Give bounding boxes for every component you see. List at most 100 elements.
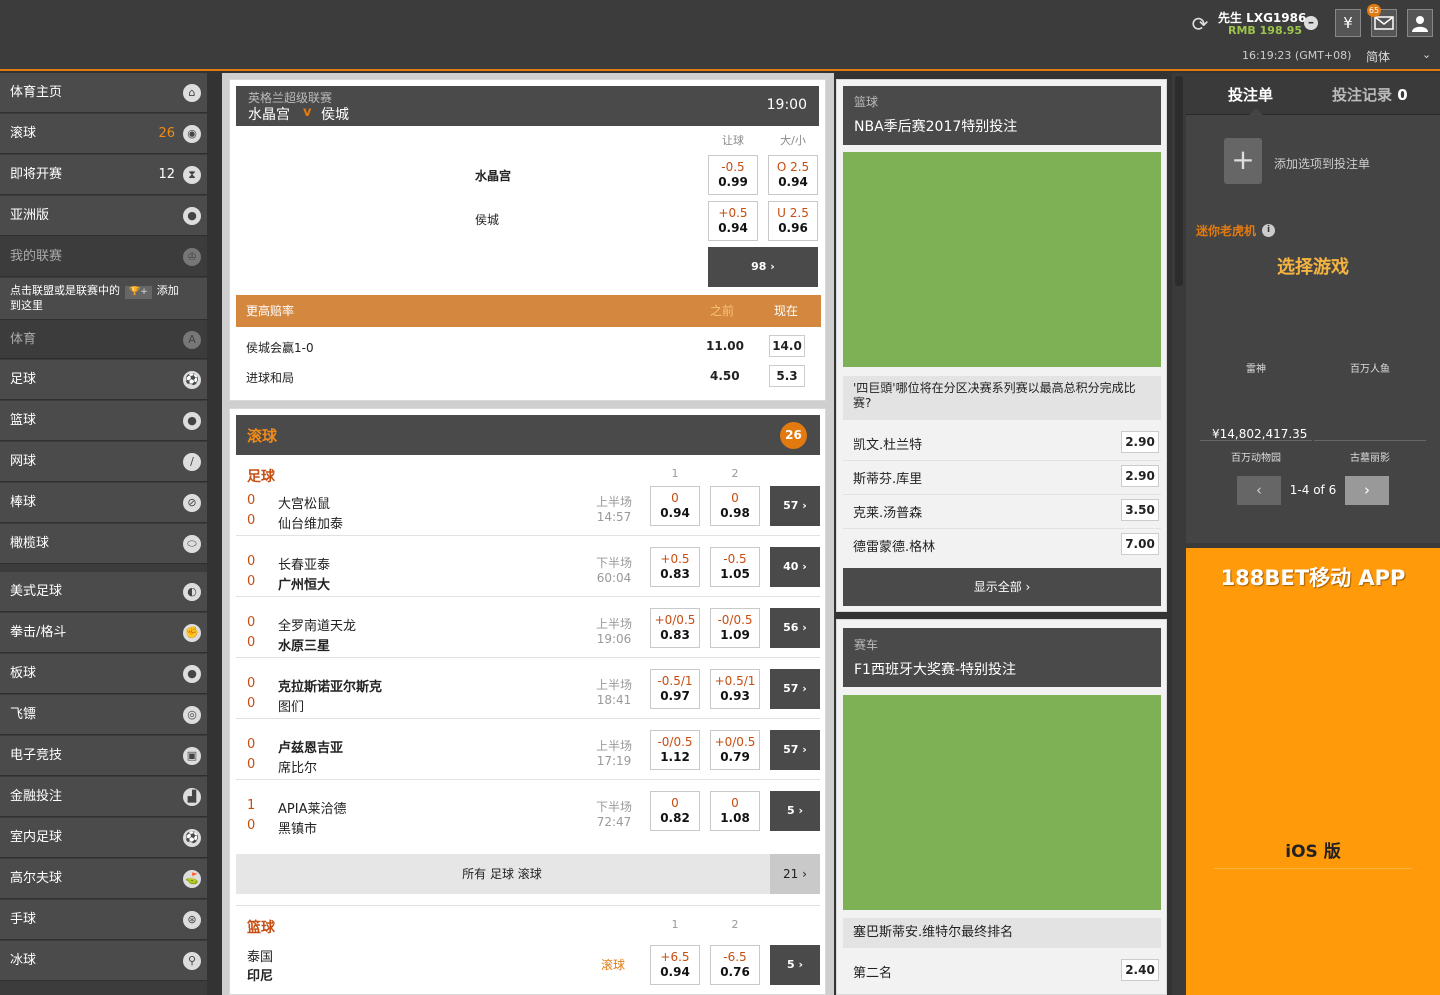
sidebar-item-rugby[interactable]: 橄榄球 ⬭ [0, 524, 207, 564]
bb-status: 滚球 [601, 958, 626, 972]
show-all-button[interactable]: 显示全部 › [843, 568, 1161, 606]
odds-button[interactable]: -0.5 0.99 [708, 155, 758, 195]
sidebar-item-baseball[interactable]: 棒球 ⊘ [0, 483, 207, 523]
sidebar-item-esports[interactable]: 电子竞技 ▣ [0, 736, 207, 776]
team-away: 广州恒大 [278, 578, 331, 593]
mail-count-badge: 65 [1367, 4, 1381, 17]
nba-option-name: 凯文.杜兰特 [853, 438, 923, 453]
sidebar: 体育主页 ⌂ 滚球 26 ◉ 即将开赛 12 ⧗ 亚洲版 ● 我的联赛 ♔ 点击联盟或是联赛中… [0, 73, 207, 995]
sidebar-item-soccer[interactable]: 足球 ⚽ [0, 360, 207, 400]
sidebar-item-label: 体育 [10, 332, 37, 347]
sidebar-item-asian[interactable]: 亚洲版 ● [0, 196, 207, 236]
odds-button[interactable]: +0/0.5 0.83 [650, 608, 700, 648]
odds-button[interactable]: 0 1.08 [710, 791, 760, 831]
yuan-icon[interactable]: ¥ [1335, 9, 1361, 37]
more-markets-button[interactable]: 5 › [770, 791, 820, 831]
feature-match-panel: 英格兰超级联赛 水晶宫 v 侯城 19:00 让球 大/小 水晶宫 -0.5 0.… [229, 79, 826, 401]
divider [1200, 440, 1312, 441]
sidebar-item-american-football[interactable]: 美式足球 ◐ [0, 572, 207, 612]
odds-button[interactable]: -0/0.5 1.09 [710, 608, 760, 648]
collapse-balance-icon[interactable]: – [1304, 16, 1318, 30]
col-2-header: 2 [731, 918, 739, 931]
pager-next-button[interactable]: › [1345, 476, 1389, 505]
odds-button[interactable]: O 2.5 0.94 [768, 155, 818, 195]
team-home: 卢兹恩吉亚 [278, 741, 344, 756]
sidebar-item-handball[interactable]: 手球 ⊛ [0, 900, 207, 940]
right-scrollbar[interactable] [1175, 76, 1183, 286]
sidebar-item-live[interactable]: 滚球 26 ◉ [0, 114, 207, 154]
betslip-panel: 投注单 投注记录 0 + 添加选项到投注单 迷你老虎机 i 选择游戏 雷神 百万… [1186, 73, 1440, 543]
language-select[interactable]: 简体 [1366, 48, 1390, 65]
sidebar-item-tennis[interactable]: 网球 ∕ [0, 442, 207, 482]
sidebar-item-ice-hockey[interactable]: 冰球 ⚲ [0, 941, 207, 981]
more-markets-button[interactable]: 40 › [770, 547, 820, 587]
handball-icon: ⊛ [183, 911, 201, 929]
tab-bet-history[interactable]: 投注记录 0 [1332, 84, 1408, 105]
nba-option-price[interactable]: 3.50 [1121, 499, 1159, 521]
sidebar-item-darts[interactable]: 飞镖 ◎ [0, 695, 207, 735]
odds-button[interactable]: 0 0.98 [710, 486, 760, 526]
refresh-icon[interactable]: ⟳ [1188, 12, 1212, 36]
boost-now-button[interactable]: 14.0 [769, 335, 805, 357]
sidebar-item-boxing[interactable]: 拳击/格斗 ✊ [0, 613, 207, 653]
kickoff-time: 19:00 [766, 97, 807, 113]
app-promo-banner[interactable]: 188BET移动 APP iOS 版 [1186, 548, 1440, 995]
odds-button[interactable]: -0/0.5 1.12 [650, 730, 700, 770]
row-divider [236, 596, 820, 597]
f1-option-price[interactable]: 2.40 [1121, 959, 1159, 981]
more-markets-button[interactable]: 56 › [770, 608, 820, 648]
odds-button[interactable]: +0.5 0.83 [650, 547, 700, 587]
more-markets-button[interactable]: 57 › [770, 486, 820, 526]
more-markets-button[interactable]: 5 › [770, 945, 820, 985]
nba-option-name: 斯蒂芬.库里 [853, 472, 923, 487]
odds-button[interactable]: +0/0.5 0.79 [710, 730, 760, 770]
match-period: 上半场 [595, 739, 632, 753]
sidebar-item-basketball[interactable]: 篮球 ● [0, 401, 207, 441]
odds-button[interactable]: -0.5/1 0.97 [650, 669, 700, 709]
all-live-label: 所有 足球 滚球 [462, 867, 542, 881]
odds-button[interactable]: U 2.5 0.96 [768, 201, 818, 241]
more-markets-button[interactable]: 98 › [708, 247, 818, 287]
chevron-down-icon[interactable]: ⌄ [1422, 48, 1431, 61]
f1-question: 塞巴斯蒂安.维特尔最终排名 [843, 918, 1161, 948]
app-platform[interactable]: iOS 版 [1186, 837, 1440, 862]
slot-game-name[interactable]: 百万人鱼 [1338, 360, 1402, 375]
match-period: 下半场 [595, 800, 632, 814]
boxing-icon: ✊ [183, 624, 201, 642]
user-icon[interactable] [1407, 9, 1433, 37]
sidebar-item-golf[interactable]: 高尔夫球 ⛳ [0, 859, 207, 899]
score-home: 1 [247, 798, 256, 813]
sidebar-item-home[interactable]: 体育主页 ⌂ [0, 73, 207, 113]
match-clock: 14:57 [596, 510, 632, 524]
sidebar-item-cricket[interactable]: 板球 ● [0, 654, 207, 694]
odds-button[interactable]: +6.5 0.94 [650, 945, 700, 985]
choose-game[interactable]: 选择游戏 [1186, 253, 1440, 279]
tab-betslip[interactable]: 投注单 [1228, 84, 1273, 105]
odds-button[interactable]: -0.5 1.05 [710, 547, 760, 587]
sidebar-item-upcoming[interactable]: 即将开赛 12 ⧗ [0, 155, 207, 195]
nba-option-price[interactable]: 2.90 [1121, 431, 1159, 453]
nba-option-price[interactable]: 2.90 [1121, 465, 1159, 487]
odds-button[interactable]: 0 0.82 [650, 791, 700, 831]
slot-game-name[interactable]: 百万动物园 [1216, 449, 1296, 464]
sidebar-item-finance[interactable]: 金融投注 ▟ [0, 777, 207, 817]
nba-option-price[interactable]: 7.00 [1121, 533, 1159, 555]
feature-match-header[interactable]: 英格兰超级联赛 水晶宫 v 侯城 19:00 [236, 86, 819, 126]
sidebar-item-futsal[interactable]: 室内足球 ⚽ [0, 818, 207, 858]
pager-prev-button[interactable]: ‹ [1237, 476, 1281, 505]
odds-button[interactable]: -6.5 0.76 [710, 945, 760, 985]
more-markets-button[interactable]: 57 › [770, 669, 820, 709]
vs-label: v [303, 105, 312, 120]
odds-button[interactable]: +0.5/1 0.93 [710, 669, 760, 709]
slot-game-name[interactable]: 雷神 [1224, 360, 1288, 375]
odds-button[interactable]: 0 0.94 [650, 486, 700, 526]
boost-now-button[interactable]: 5.3 [769, 365, 805, 387]
all-live-football-link[interactable]: 所有 足球 滚球 21 › [236, 854, 820, 894]
more-markets-button[interactable]: 57 › [770, 730, 820, 770]
sort-az-icon[interactable]: A [183, 331, 201, 349]
boost-label: 侯城会赢1-0 [246, 341, 314, 355]
odds-button[interactable]: +0.5 0.94 [708, 201, 758, 241]
slot-game-name[interactable]: 古墓丽影 [1330, 449, 1410, 464]
info-icon[interactable]: i [1262, 224, 1275, 237]
score-away: 0 [247, 635, 256, 650]
